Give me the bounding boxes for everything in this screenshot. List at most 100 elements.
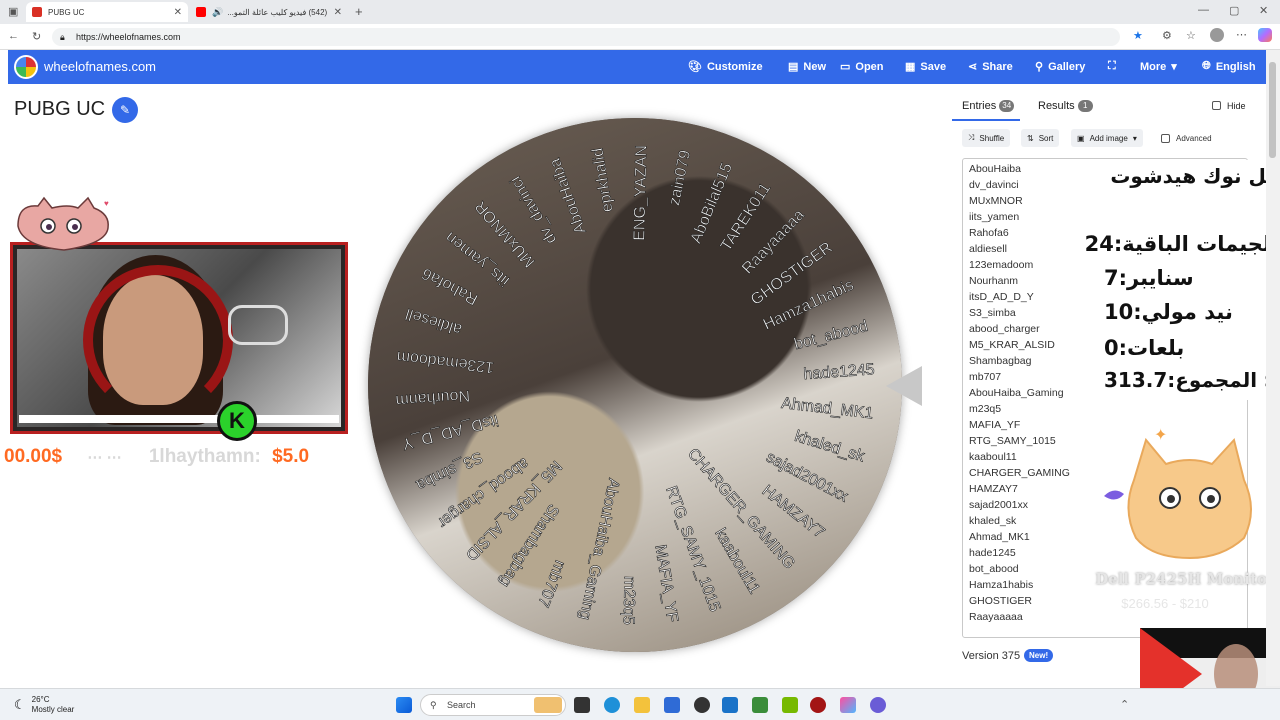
entry-item[interactable]: S3_simba: [969, 305, 1070, 321]
sidebar-toggle-icon[interactable]: ▣: [8, 5, 18, 18]
new-badge[interactable]: New!: [1024, 649, 1054, 662]
tray-chevron-icon[interactable]: ⌃: [1120, 698, 1129, 711]
entry-item[interactable]: Hamza1habis: [969, 577, 1070, 593]
start-button[interactable]: [396, 697, 412, 713]
task-view-icon[interactable]: [574, 697, 590, 713]
entry-item[interactable]: HAMZAY7: [969, 481, 1070, 497]
entry-item[interactable]: MUxMNOR: [969, 193, 1070, 209]
photos-icon[interactable]: [840, 697, 856, 713]
refresh-icon[interactable]: ↻: [32, 30, 41, 43]
entry-item[interactable]: Raayaaaaa: [969, 609, 1070, 625]
edge-icon[interactable]: [604, 697, 620, 713]
minimize-icon[interactable]: —: [1198, 4, 1209, 16]
discord-icon[interactable]: [870, 697, 886, 713]
ticker-ghost-icons: ⋯ ⋯: [87, 449, 122, 466]
close-window-icon[interactable]: ✕: [1259, 4, 1268, 17]
nav-customize[interactable]: 🎨︎ Customize: [688, 60, 763, 74]
cat-sticker-icon: ♥: [17, 196, 109, 251]
entry-item[interactable]: AbouHaiba_Gaming: [969, 385, 1070, 401]
globe-icon: 🌐︎: [1202, 60, 1211, 72]
entry-item[interactable]: dv_davinci: [969, 177, 1070, 193]
close-tab-icon[interactable]: ✕: [174, 7, 182, 18]
entry-item[interactable]: Shambagbag: [969, 353, 1070, 369]
entry-item[interactable]: bot_abood: [969, 561, 1070, 577]
file-explorer-icon[interactable]: [634, 697, 650, 713]
store-icon[interactable]: [664, 697, 680, 713]
entry-item[interactable]: Rahofa6: [969, 225, 1070, 241]
copilot-icon[interactable]: [1258, 28, 1272, 42]
nav-more[interactable]: More ▾: [1140, 60, 1177, 74]
kick-logo-badge: K: [217, 401, 257, 441]
nav-gallery[interactable]: ⚲ Gallery: [1035, 60, 1085, 74]
entry-item[interactable]: CHARGER_GAMING: [969, 465, 1070, 481]
pencil-icon: ✎: [119, 103, 131, 117]
entry-item[interactable]: abood_charger: [969, 321, 1070, 337]
close-tab-icon[interactable]: ✕: [334, 7, 342, 18]
add-image-button[interactable]: ▣ Add image ▾: [1071, 129, 1143, 147]
advanced-checkbox[interactable]: [1161, 134, 1170, 143]
entry-item[interactable]: GHOSTIGER: [969, 593, 1070, 609]
entry-item[interactable]: iits_yamen: [969, 209, 1070, 225]
new-tab-icon[interactable]: +: [355, 4, 363, 19]
entry-item[interactable]: AbouHaiba: [969, 161, 1070, 177]
entry-item[interactable]: Nourhanm: [969, 273, 1070, 289]
entry-item[interactable]: Ahmad_MK1: [969, 529, 1070, 545]
entry-item[interactable]: M5_KRAR_ALSID: [969, 337, 1070, 353]
fullscreen-icon: ⛶: [1108, 60, 1116, 72]
name-wheel[interactable]: hade1245 Ahmad_MK1 khaled_sk sajad2001xx HAM…: [368, 118, 902, 652]
chevron-down-icon: ▾: [1171, 61, 1177, 73]
version-label: Version 375: [962, 650, 1021, 662]
entry-item[interactable]: m23q5: [969, 401, 1070, 417]
weather-widget[interactable]: ☾ 26°C Mostly clear: [14, 695, 74, 715]
favorites-icon[interactable]: ☆: [1186, 29, 1196, 42]
tab-results[interactable]: Results 1: [1038, 100, 1093, 113]
site-brand[interactable]: wheelofnames.com: [44, 59, 156, 74]
nav-open[interactable]: ▭ Open: [840, 60, 884, 74]
entry-item[interactable]: mb707: [969, 369, 1070, 385]
scrollbar-thumb[interactable]: [1269, 62, 1276, 158]
nav-save[interactable]: ▦ Save: [905, 60, 946, 74]
back-icon[interactable]: ←: [8, 30, 19, 42]
entry-item[interactable]: 123emadoom: [969, 257, 1070, 273]
shuffle-button[interactable]: ⤨ Shuffle: [962, 129, 1011, 147]
wheel-label: itsD_AD_D_Y: [400, 411, 500, 452]
nvidia-icon[interactable]: [782, 697, 798, 713]
more-menu-icon[interactable]: ⋯: [1236, 28, 1247, 41]
android-icon[interactable]: [752, 697, 768, 713]
svg-text:♥: ♥: [104, 199, 109, 208]
widgets-icon[interactable]: [534, 697, 562, 713]
app-icon[interactable]: [722, 697, 738, 713]
sort-button[interactable]: ⇅ Sort: [1021, 129, 1060, 147]
maximize-icon[interactable]: ▢: [1229, 4, 1239, 17]
edit-title-button[interactable]: ✎: [112, 97, 138, 123]
tab-entries[interactable]: Entries 34: [962, 100, 1015, 113]
share-icon: ⋖: [968, 61, 978, 73]
wheel-label: 123emadoom: [396, 348, 495, 376]
browser-tab-pubg[interactable]: PUBG UC ✕: [26, 2, 188, 22]
favorite-star-icon[interactable]: ★: [1133, 29, 1143, 42]
entry-item[interactable]: sajad2001xx: [969, 497, 1070, 513]
entry-item[interactable]: MAFIA_YF: [969, 417, 1070, 433]
url-field[interactable]: 🔒︎ https://wheelofnames.com: [52, 28, 1120, 46]
fullscreen-button[interactable]: ⛶: [1108, 60, 1116, 73]
entry-item[interactable]: aldiesell: [969, 241, 1070, 257]
entry-item[interactable]: itsD_AD_D_Y: [969, 289, 1070, 305]
entry-item[interactable]: hade1245: [969, 545, 1070, 561]
obs-icon[interactable]: [694, 697, 710, 713]
nav-new[interactable]: ▤ New: [788, 60, 826, 74]
new-file-icon: ▤: [788, 61, 799, 73]
entry-item[interactable]: kaaboul11: [969, 449, 1070, 465]
profile-avatar[interactable]: [1210, 28, 1224, 42]
hide-checkbox[interactable]: [1212, 101, 1221, 110]
lock-icon: 🔒︎: [60, 32, 65, 42]
site-logo-icon[interactable]: [14, 55, 38, 79]
entry-item[interactable]: RTG_SAMY_1015: [969, 433, 1070, 449]
record-icon[interactable]: [810, 697, 826, 713]
nav-language[interactable]: 🌐︎ English: [1202, 60, 1256, 73]
browser-tab-youtube[interactable]: 🔊 (542) فيديو كليب عائلة التمو... ✕: [190, 2, 348, 22]
entry-item[interactable]: khaled_sk: [969, 513, 1070, 529]
speaker-icon[interactable]: 🔊: [212, 7, 223, 18]
nav-share[interactable]: ⋖ Share: [968, 60, 1013, 74]
youtube-favicon-icon: [196, 7, 206, 17]
extensions-icon[interactable]: ⚙: [1162, 29, 1172, 42]
